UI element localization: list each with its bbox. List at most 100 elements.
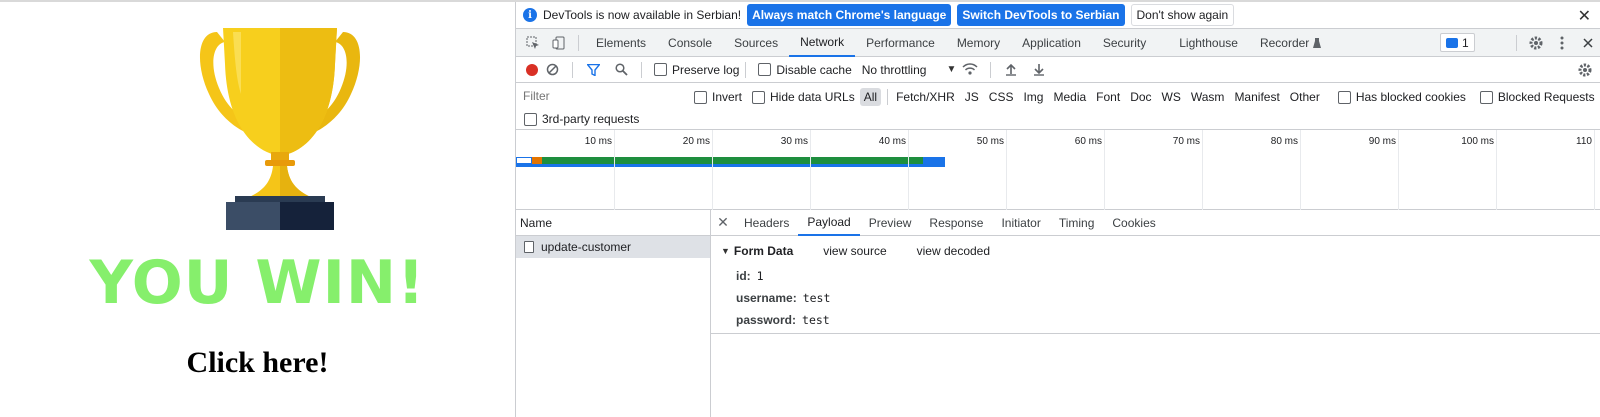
type-filter-doc[interactable]: Doc <box>1126 88 1155 106</box>
export-har-icon[interactable] <box>1025 57 1053 83</box>
network-conditions-icon[interactable] <box>956 57 984 83</box>
field-value: test <box>802 291 831 305</box>
tab-initiator[interactable]: Initiator <box>992 210 1049 236</box>
type-filter-manifest[interactable]: Manifest <box>1230 88 1283 106</box>
waterfall-total-bar <box>516 164 945 167</box>
type-filter-font[interactable]: Font <box>1092 88 1124 106</box>
field-key: password: <box>736 313 797 327</box>
filter-input[interactable] <box>520 86 680 106</box>
type-filter-media[interactable]: Media <box>1049 88 1090 106</box>
timeline-tick-label: 110 <box>1576 136 1592 147</box>
throttling-select[interactable]: No throttling ▼ <box>862 63 957 77</box>
more-options-icon[interactable] <box>1549 30 1575 56</box>
close-icon[interactable]: ✕ <box>1578 6 1591 26</box>
tab-memory[interactable]: Memory <box>946 29 1011 57</box>
hide-data-urls-label: Hide data URLs <box>770 90 855 104</box>
issues-badge[interactable]: 1 <box>1440 33 1475 52</box>
tab-security[interactable]: Security <box>1092 29 1168 57</box>
invert-checkbox[interactable]: Invert <box>694 90 742 104</box>
tab-cookies[interactable]: Cookies <box>1103 210 1164 236</box>
type-filter-img[interactable]: Img <box>1019 88 1047 106</box>
trophy-icon <box>199 28 361 230</box>
checkbox-box[interactable] <box>524 112 537 126</box>
import-har-icon[interactable] <box>997 57 1025 83</box>
blocked-requests-checkbox[interactable]: Blocked Requests <box>1479 90 1595 104</box>
checkbox-box[interactable] <box>752 90 766 104</box>
timeline-tick-label: 80 ms <box>1270 136 1298 147</box>
has-blocked-cookies-checkbox[interactable]: Has blocked cookies <box>1337 90 1466 104</box>
tab-timing[interactable]: Timing <box>1050 210 1104 236</box>
timeline-gridline <box>1594 130 1595 210</box>
network-settings-gear-icon[interactable] <box>1571 57 1599 83</box>
view-decoded-link[interactable]: view decoded <box>917 244 990 258</box>
preserve-log-checkbox[interactable]: Preserve log <box>654 63 739 77</box>
dont-show-again-button[interactable]: Don't show again <box>1130 4 1235 26</box>
separator <box>578 34 579 51</box>
tab-elements[interactable]: Elements <box>585 29 657 57</box>
inspect-element-icon[interactable] <box>520 30 546 56</box>
type-filter-js[interactable]: JS <box>961 88 983 106</box>
clear-icon[interactable] <box>538 57 566 83</box>
issues-icon <box>1446 37 1458 48</box>
separator <box>1516 35 1517 51</box>
view-source-link[interactable]: view source <box>823 244 886 258</box>
infobar-message: DevTools is now available in Serbian! <box>543 8 742 22</box>
checkbox-box[interactable] <box>758 63 772 76</box>
filter-icon[interactable] <box>579 57 607 83</box>
details-tabbar: ✕ Headers Payload Preview Response Initi… <box>711 210 1600 236</box>
click-here-link[interactable]: Click here! <box>0 346 515 380</box>
disable-cache-checkbox[interactable]: Disable cache <box>758 63 852 77</box>
type-filter-other[interactable]: Other <box>1286 88 1324 106</box>
switch-serbian-button[interactable]: Switch DevTools to Serbian <box>957 4 1125 26</box>
tab-application[interactable]: Application <box>1011 29 1092 57</box>
device-toolbar-icon[interactable] <box>546 30 572 56</box>
hide-data-urls-checkbox[interactable]: Hide data URLs <box>752 90 855 104</box>
tab-network[interactable]: Network <box>789 29 856 57</box>
request-row[interactable]: update-customer <box>516 236 710 258</box>
devtools-panel: i DevTools is now available in Serbian! … <box>515 2 1600 417</box>
type-filter-all[interactable]: All <box>859 88 882 106</box>
tab-response[interactable]: Response <box>920 210 992 236</box>
close-details-icon[interactable]: ✕ <box>711 214 735 231</box>
name-column-header[interactable]: Name <box>516 210 710 236</box>
type-filter-fetch-xhr[interactable]: Fetch/XHR <box>892 88 959 106</box>
checkbox-box[interactable] <box>654 63 667 76</box>
timeline-gridline <box>1006 130 1007 210</box>
settings-gear-icon[interactable] <box>1523 30 1549 56</box>
timeline-tick-label: 100 ms <box>1461 136 1494 147</box>
tab-lighthouse[interactable]: Lighthouse <box>1168 29 1249 57</box>
form-field-username: username: test <box>736 291 830 305</box>
timeline-tick-label: 40 ms <box>878 136 906 147</box>
tab-sources[interactable]: Sources <box>723 29 789 57</box>
separator <box>745 61 747 78</box>
form-data-section-header[interactable]: ▼ Form Data view source view decoded <box>721 244 990 258</box>
type-filter-css[interactable]: CSS <box>985 88 1018 106</box>
tab-recorder[interactable]: Recorder <box>1249 29 1311 57</box>
type-filter-ws[interactable]: WS <box>1158 88 1185 106</box>
divider <box>711 333 1600 334</box>
checkbox-box[interactable] <box>1479 90 1493 104</box>
checkbox-box[interactable] <box>1337 90 1351 104</box>
close-devtools-icon[interactable] <box>1575 30 1600 56</box>
document-icon <box>524 241 534 253</box>
match-language-button[interactable]: Always match Chrome's language <box>747 4 952 26</box>
screen: YOU WIN! Click here! i DevTools is now a… <box>0 0 1600 417</box>
web-page: YOU WIN! Click here! <box>0 2 515 417</box>
language-infobar: i DevTools is now available in Serbian! … <box>516 2 1600 29</box>
checkbox-box[interactable] <box>694 90 707 104</box>
record-icon[interactable] <box>526 63 538 76</box>
request-name: update-customer <box>541 240 632 254</box>
timeline-tick-label: 10 ms <box>584 136 612 147</box>
search-icon[interactable] <box>607 57 635 83</box>
network-overview-timeline[interactable]: 10 ms 20 ms 30 ms 40 ms 50 ms 60 ms 70 ms 80 ms… <box>516 130 1600 210</box>
tab-payload[interactable]: Payload <box>798 210 860 236</box>
tab-console[interactable]: Console <box>657 29 723 57</box>
tab-headers[interactable]: Headers <box>735 210 798 236</box>
tab-preview[interactable]: Preview <box>860 210 921 236</box>
tab-performance[interactable]: Performance <box>855 29 946 57</box>
timeline-tick-label: 20 ms <box>682 136 710 147</box>
third-party-checkbox[interactable]: 3rd-party requests <box>524 112 639 126</box>
field-key: id: <box>736 269 751 283</box>
type-filter-wasm[interactable]: Wasm <box>1187 88 1229 106</box>
timeline-gridline <box>1300 130 1301 210</box>
